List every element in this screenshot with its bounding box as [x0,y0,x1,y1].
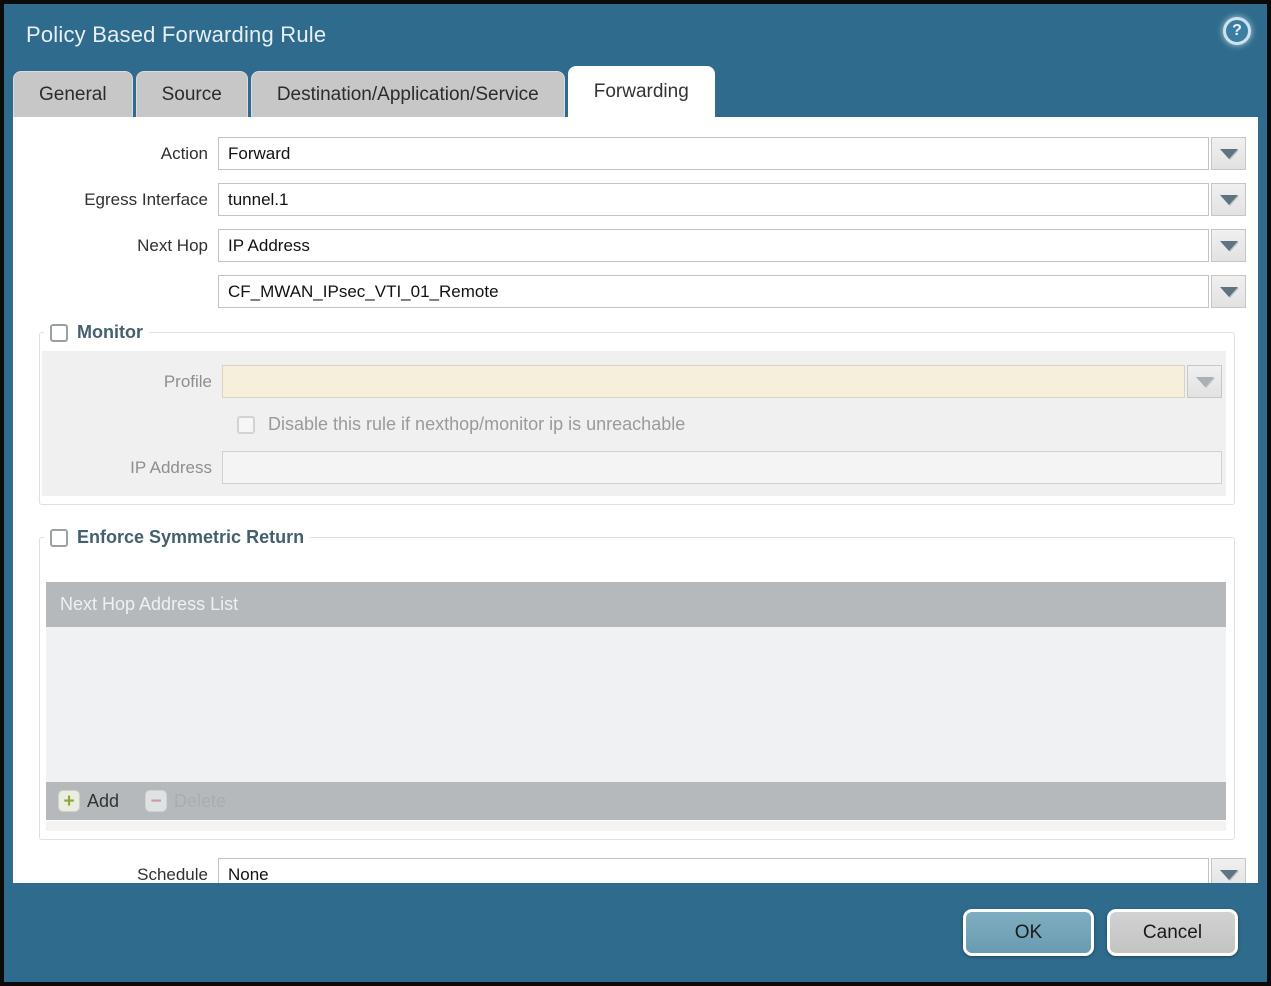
monitor-legend: Monitor [44,322,149,343]
monitor-ip-address-label: IP Address [130,457,212,477]
next-hop-label: Next Hop [137,235,208,255]
next-hop-type-dropdown-button[interactable] [1211,229,1246,262]
cancel-button[interactable]: Cancel [1107,909,1238,956]
egress-interface-label: Egress Interface [84,189,208,209]
monitor-label: Monitor [77,322,143,342]
action-dropdown-button[interactable] [1211,137,1246,170]
next-hop-address-list-table: Next Hop Address List + Add − Delete [46,582,1226,820]
delete-button[interactable]: − Delete [145,790,226,812]
action-select[interactable]: Forward [218,137,1209,170]
egress-interface-dropdown-button[interactable] [1211,183,1246,216]
enforce-symmetric-return-checkbox[interactable] [50,528,68,547]
table-toolbar: + Add − Delete [46,782,1226,820]
add-button-label: Add [87,790,120,811]
chevron-down-icon [1219,286,1238,297]
schedule-row: Schedule None [13,858,1246,883]
enforce-symmetric-return-legend: Enforce Symmetric Return [44,527,310,548]
next-hop-address-row: CF_MWAN_IPsec_VTI_01_Remote [13,275,1246,308]
tab-destination-application-service[interactable]: Destination/Application/Service [250,71,565,117]
dialog-footer: OK Cancel [4,883,1267,982]
chevron-down-icon [1195,376,1214,387]
next-hop-address-list-header: Next Hop Address List [46,582,1226,627]
next-hop-type-select[interactable]: IP Address [218,229,1209,262]
titlebar: Policy Based Forwarding Rule ? [4,4,1267,66]
tab-forwarding[interactable]: Forwarding [567,66,715,117]
policy-based-forwarding-dialog: Policy Based Forwarding Rule ? General S… [0,0,1271,986]
tab-source[interactable]: Source [135,71,248,117]
schedule-label: Schedule [137,864,208,884]
tab-strip: General Source Destination/Application/S… [4,66,1267,117]
tab-general[interactable]: General [13,71,133,117]
disable-rule-label: Disable this rule if nexthop/monitor ip … [268,414,686,434]
enforce-symmetric-return-section: Enforce Symmetric Return Next Hop Addres… [39,527,1235,840]
minus-icon: − [145,790,168,812]
egress-interface-row: Egress Interface tunnel.1 [13,183,1246,216]
add-button[interactable]: + Add [58,790,119,812]
profile-select[interactable] [222,365,1185,398]
egress-interface-select[interactable]: tunnel.1 [218,183,1209,216]
ok-button[interactable]: OK [963,909,1094,956]
monitor-ip-address-input [222,451,1222,484]
chevron-down-icon [1219,869,1238,880]
schedule-dropdown-button[interactable] [1211,858,1246,883]
monitor-panel: Profile Disable this rule if nexthop/mon… [42,351,1226,496]
monitor-section: Monitor Profile Disable this rule if nex… [39,322,1235,505]
next-hop-address-dropdown-button[interactable] [1211,275,1246,308]
table-scrollbar-track[interactable] [46,821,1226,831]
help-icon[interactable]: ? [1223,17,1251,45]
dialog-title: Policy Based Forwarding Rule [26,22,327,47]
disable-rule-checkbox [237,415,255,434]
monitor-ip-address-row: IP Address [42,451,1222,484]
next-hop-address-list-body [46,627,1226,782]
schedule-select[interactable]: None [218,858,1209,883]
chevron-down-icon [1219,194,1238,205]
chevron-down-icon [1219,148,1238,159]
monitor-checkbox[interactable] [50,323,68,342]
disable-rule-row: Disable this rule if nexthop/monitor ip … [237,414,1222,435]
profile-dropdown-button [1187,365,1222,398]
action-row: Action Forward [13,137,1246,170]
chevron-down-icon [1219,240,1238,251]
profile-label: Profile [163,371,212,391]
delete-button-label: Delete [174,790,227,811]
plus-icon: + [58,790,80,812]
action-label: Action [160,143,208,163]
next-hop-address-select[interactable]: CF_MWAN_IPsec_VTI_01_Remote [218,275,1209,308]
next-hop-row: Next Hop IP Address [13,229,1246,262]
enforce-symmetric-return-label: Enforce Symmetric Return [77,527,305,547]
profile-row: Profile [42,365,1222,398]
forwarding-tab-panel: Action Forward Egress Interface tunnel.1… [13,117,1258,883]
